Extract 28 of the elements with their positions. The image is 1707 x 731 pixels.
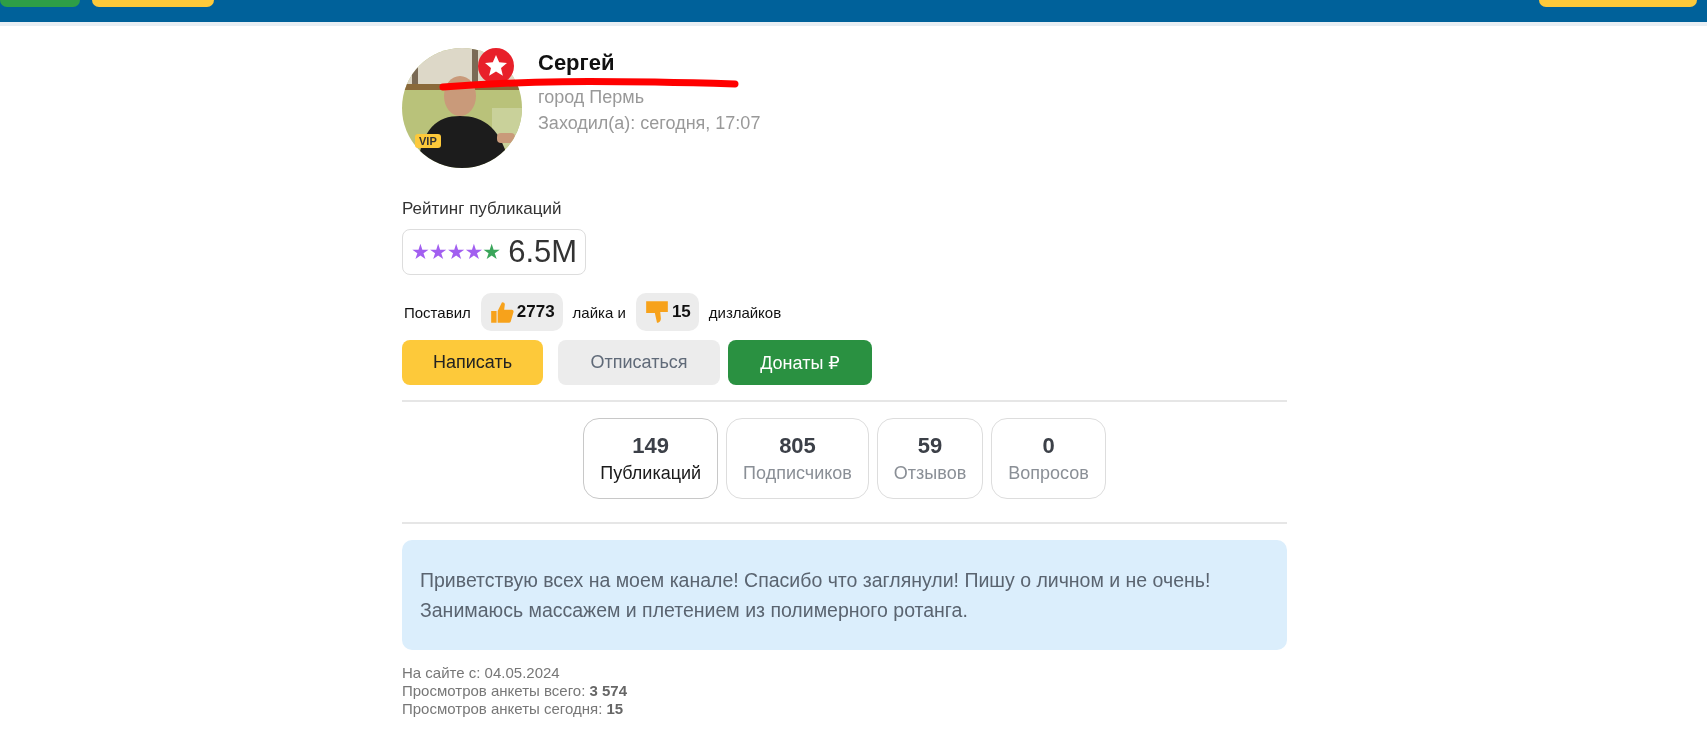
user-name: Сергей [538, 49, 616, 77]
top-button[interactable] [92, 0, 214, 7]
last-seen: Заходил(а): сегодня, 17:07 [538, 112, 761, 135]
star-rating: ★★★★★ [411, 240, 501, 264]
profile-stat-line: Просмотров анкеты всего: 3 574 [402, 682, 628, 700]
thumbs-down-icon [643, 299, 670, 325]
profile-stat-line: Просмотров анкеты сегодня: 15 [402, 700, 625, 718]
top-button[interactable] [1539, 0, 1697, 7]
bio-text: Приветствую всех на моем канале! Спасибо что заглянули! Пишу о личном и не очень! Занимаюсь массажем и плетением из полимерного ротанга. [420, 568, 1212, 623]
user-city: город Пермь [538, 86, 646, 109]
profile-stat-line: На сайте с: 04.05.2024 [402, 664, 561, 682]
votes-text: Поставил [404, 303, 471, 321]
dislikes-count: 15 [635, 293, 699, 331]
thumbs-up-icon [488, 299, 515, 325]
stat-card[interactable]: 0 Вопросов [991, 418, 1106, 499]
top-button[interactable] [0, 0, 80, 7]
stat-card[interactable]: 149 Публикаций [583, 418, 719, 499]
votes-text: лайка и [572, 303, 626, 321]
rating-value: 6.5M [508, 234, 578, 270]
likes-count: 2773 [480, 293, 563, 331]
rating-label: Рейтинг публикаций [402, 199, 563, 219]
donate-button[interactable]: Донаты ₽ [728, 340, 872, 385]
unsubscribe-button[interactable]: Отписаться [558, 340, 720, 385]
write-button[interactable]: Написать [402, 340, 543, 385]
stat-card[interactable]: 59 Отзывов [876, 418, 984, 499]
vip-badge: VIP [415, 134, 441, 148]
stat-card[interactable]: 805 Подписчиков [726, 418, 869, 499]
votes-text: дизлайков [708, 303, 782, 321]
